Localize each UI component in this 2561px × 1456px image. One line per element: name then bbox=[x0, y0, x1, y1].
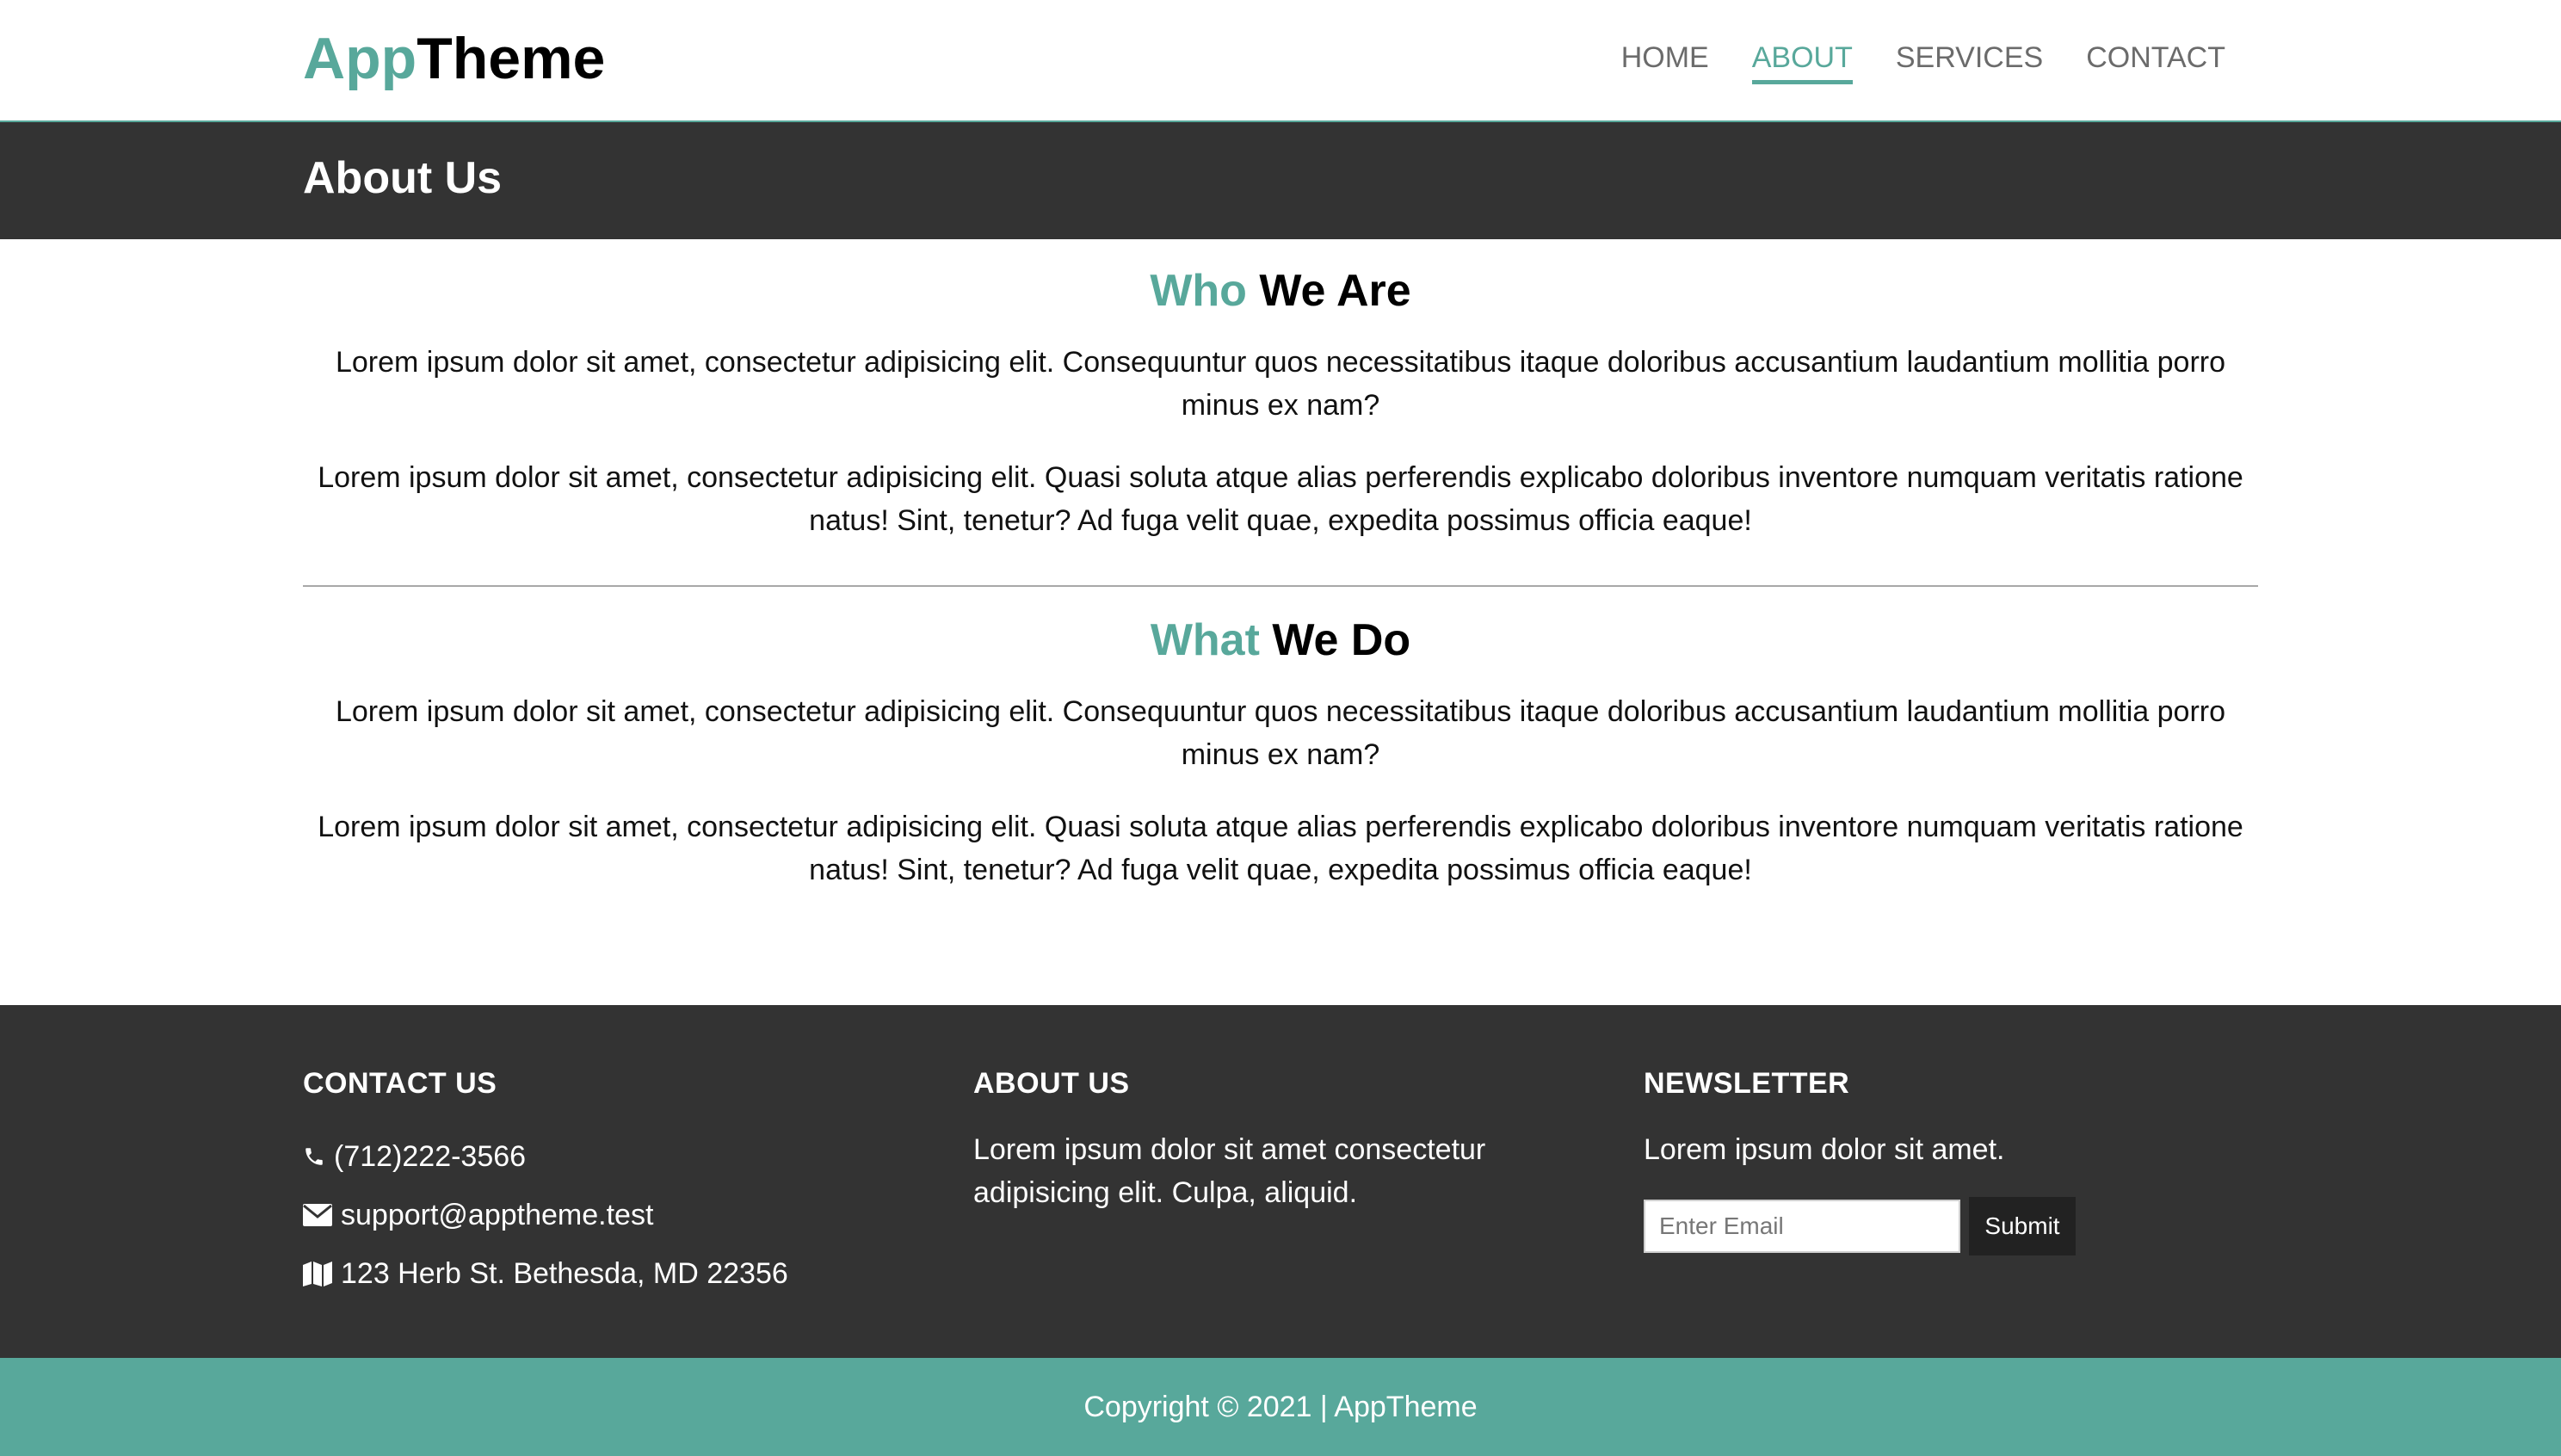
who-we-are-paragraph-2: Lorem ipsum dolor sit amet, consectetur … bbox=[318, 461, 2243, 537]
what-we-do-paragraph-1: Lorem ipsum dolor sit amet, consectetur … bbox=[335, 695, 2226, 771]
footer-about-column: ABOUT US Lorem ipsum dolor sit amet cons… bbox=[973, 1067, 1593, 1214]
page-title: About Us bbox=[303, 153, 503, 203]
map-icon bbox=[303, 1262, 332, 1286]
logo-accent-text: App bbox=[303, 26, 417, 91]
who-we-are-heading: Who We Are bbox=[303, 265, 2258, 317]
nav-home-link[interactable]: HOME bbox=[1621, 41, 1709, 84]
nav-services-link[interactable]: SERVICES bbox=[1896, 41, 2043, 84]
footer-about-heading: ABOUT US bbox=[973, 1067, 1130, 1100]
phone-icon bbox=[305, 1148, 323, 1165]
copyright-bar: Copyright © 2021 | AppTheme bbox=[0, 1358, 2561, 1456]
logo-rest-text: Theme bbox=[417, 26, 606, 91]
newsletter-form: Submit bbox=[1644, 1197, 2246, 1255]
footer-about-text: Lorem ipsum dolor sit amet consectetur a… bbox=[973, 1133, 1486, 1209]
footer-newsletter-text: Lorem ipsum dolor sit amet. bbox=[1644, 1133, 2005, 1166]
what-we-do-section: What We Do Lorem ipsum dolor sit amet, c… bbox=[303, 614, 2258, 891]
who-we-are-section: Who We Are Lorem ipsum dolor sit amet, c… bbox=[303, 265, 2258, 542]
newsletter-email-input[interactable] bbox=[1644, 1200, 1960, 1253]
what-we-do-heading: What We Do bbox=[303, 614, 2258, 666]
main-nav: HOME ABOUT SERVICES CONTACT bbox=[1621, 36, 2225, 84]
contact-email: support@apptheme.test bbox=[303, 1194, 957, 1237]
heading-accent: What bbox=[1150, 615, 1260, 665]
nav-about-link[interactable]: ABOUT bbox=[1751, 41, 1853, 84]
footer-newsletter-heading: NEWSLETTER bbox=[1644, 1067, 1850, 1100]
main-content: Who We Are Lorem ipsum dolor sit amet, c… bbox=[0, 239, 2561, 1005]
newsletter-submit-button[interactable]: Submit bbox=[1969, 1197, 2076, 1255]
site-header: AppTheme HOME ABOUT SERVICES CONTACT bbox=[0, 0, 2561, 122]
footer-newsletter-column: NEWSLETTER Lorem ipsum dolor sit amet. S… bbox=[1644, 1067, 2246, 1255]
contact-address: 123 Herb St. Bethesda, MD 22356 bbox=[303, 1252, 957, 1295]
copyright-text: Copyright © 2021 | AppTheme bbox=[1083, 1390, 1478, 1423]
logo[interactable]: AppTheme bbox=[303, 29, 605, 88]
envelope-icon bbox=[303, 1204, 332, 1226]
heading-rest: We Are bbox=[1259, 266, 1411, 316]
footer-contact-column: CONTACT US (712)222-3566 support@appthem… bbox=[303, 1067, 957, 1295]
footer: CONTACT US (712)222-3566 support@appthem… bbox=[0, 1005, 2561, 1358]
who-we-are-paragraph-1: Lorem ipsum dolor sit amet, consectetur … bbox=[335, 346, 2226, 422]
heading-accent: Who bbox=[1150, 266, 1247, 316]
contact-address-text: 123 Herb St. Bethesda, MD 22356 bbox=[341, 1256, 788, 1290]
heading-rest: We Do bbox=[1272, 615, 1411, 665]
footer-contact-heading: CONTACT US bbox=[303, 1067, 497, 1100]
section-divider bbox=[303, 585, 2258, 587]
contact-phone: (712)222-3566 bbox=[303, 1135, 957, 1178]
page-banner: About Us bbox=[0, 122, 2561, 239]
nav-contact-link[interactable]: CONTACT bbox=[2086, 41, 2225, 84]
what-we-do-paragraph-2: Lorem ipsum dolor sit amet, consectetur … bbox=[318, 811, 2243, 886]
contact-email-text: support@apptheme.test bbox=[341, 1198, 654, 1231]
contact-phone-text: (712)222-3566 bbox=[334, 1139, 527, 1173]
